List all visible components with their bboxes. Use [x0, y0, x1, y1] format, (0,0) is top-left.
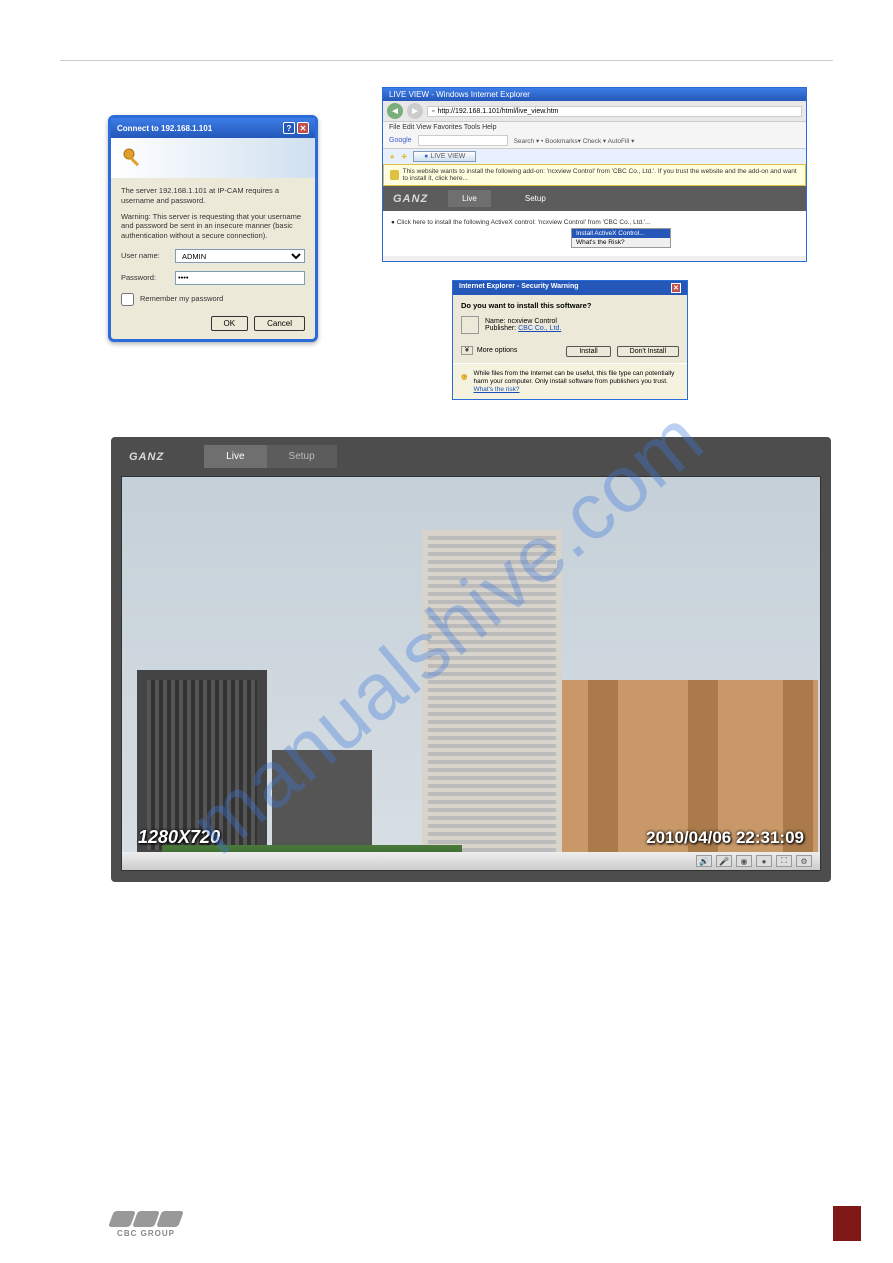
- risk-link[interactable]: What's the risk?: [473, 386, 519, 393]
- ie-browser-window: LIVE VIEW - Windows Internet Explorer ◄ …: [382, 87, 807, 262]
- building-mid: [272, 750, 372, 860]
- notice-text: This website wants to install the follow…: [403, 168, 799, 182]
- more-options[interactable]: More options: [477, 347, 517, 354]
- page-icon: ▫: [432, 108, 434, 115]
- google-items[interactable]: Search ▾ • Bookmarks▾ Check ▾ AutoFill ▾: [514, 137, 635, 145]
- cbc-logo: CBC GROUP: [111, 1211, 181, 1238]
- sec-pub-value[interactable]: CBC Co., Ltd.: [518, 325, 561, 332]
- record-icon[interactable]: ●: [756, 855, 772, 867]
- keys-icon: [121, 146, 145, 170]
- password-label: Password:: [121, 273, 169, 283]
- install-button[interactable]: Install: [566, 346, 610, 357]
- sec-name-value: ncxview Control: [508, 318, 557, 325]
- google-search-field[interactable]: [418, 135, 508, 146]
- sec-title: Internet Explorer - Security Warning: [459, 283, 579, 293]
- favorites-bar: ★ ✚ ● LIVE VIEW: [383, 149, 806, 164]
- top-divider: [60, 60, 833, 61]
- ie-window-title: LIVE VIEW - Windows Internet Explorer: [383, 88, 806, 101]
- help-icon[interactable]: ?: [283, 122, 295, 134]
- username-label: User name:: [121, 251, 169, 261]
- sec-question: Do you want to install this software?: [461, 301, 679, 310]
- tab-live[interactable]: Live: [448, 190, 491, 207]
- page-number-block: [833, 1206, 861, 1241]
- security-notice-bar[interactable]: This website wants to install the follow…: [383, 164, 806, 186]
- security-warning-dialog: Internet Explorer - Security Warning ✕ D…: [452, 280, 688, 400]
- sec-pub-label: Publisher:: [485, 325, 516, 332]
- snapshot-icon[interactable]: ◉: [736, 855, 752, 867]
- tab-setup[interactable]: Setup: [511, 190, 560, 207]
- whats-risk-item[interactable]: What's the Risk?: [572, 238, 670, 247]
- fullscreen-icon[interactable]: ⛶: [776, 855, 792, 867]
- resolution-overlay: 1280X720: [138, 827, 220, 848]
- url-field[interactable]: http://192.168.1.101/html/live_view.htm: [437, 108, 558, 115]
- cancel-button[interactable]: Cancel: [254, 316, 305, 331]
- dialog-title: Connect to 192.168.1.101: [117, 124, 212, 133]
- software-icon: [461, 316, 479, 334]
- server-text: The server 192.168.1.101 at IP-CAM requi…: [121, 186, 305, 206]
- sec-name-label: Name:: [485, 318, 506, 325]
- video-feed: 1280X720 2010/04/06 22:31:09 🔊 🎤 ◉ ● ⛶ ⚙: [121, 476, 821, 871]
- activex-prompt[interactable]: ● Click here to install the following Ac…: [391, 219, 798, 226]
- back-icon[interactable]: ◄: [387, 103, 403, 119]
- shield-icon: [390, 170, 399, 180]
- tab-live[interactable]: Live: [204, 445, 266, 468]
- settings-icon[interactable]: ⚙: [796, 855, 812, 867]
- expand-icon[interactable]: ¥: [461, 346, 473, 355]
- footer: CBC GROUP: [111, 1211, 181, 1238]
- ie-menu-bar[interactable]: File Edit View Favorites Tools Help: [383, 122, 806, 133]
- timestamp-overlay: 2010/04/06 22:31:09: [646, 828, 804, 848]
- cbc-brand-text: CBC GROUP: [117, 1229, 175, 1238]
- svg-text:!: !: [464, 375, 465, 379]
- remember-label: Remember my password: [140, 294, 223, 304]
- install-activex-item[interactable]: Install ActiveX Control...: [572, 229, 670, 238]
- mic-icon[interactable]: 🎤: [716, 855, 732, 867]
- activex-context-menu: Install ActiveX Control... What's the Ri…: [571, 228, 671, 248]
- browser-tab[interactable]: ● LIVE VIEW: [413, 151, 476, 162]
- google-label: Google: [389, 137, 412, 144]
- ie-nav-toolbar: ◄ ► ▫ http://192.168.1.101/html/live_vie…: [383, 101, 806, 122]
- forward-icon[interactable]: ►: [407, 103, 423, 119]
- remember-checkbox[interactable]: [121, 293, 134, 306]
- connect-dialog: Connect to 192.168.1.101 ? ✕ The server …: [108, 115, 318, 342]
- dont-install-button[interactable]: Don't Install: [617, 346, 679, 357]
- tab-setup[interactable]: Setup: [267, 445, 337, 468]
- ok-button[interactable]: OK: [211, 316, 249, 331]
- close-icon[interactable]: ✕: [297, 122, 309, 134]
- google-toolbar: Google Search ▾ • Bookmarks▾ Check ▾ Aut…: [383, 133, 806, 149]
- speaker-icon[interactable]: 🔊: [696, 855, 712, 867]
- star-add-icon[interactable]: ✚: [401, 153, 407, 161]
- password-field[interactable]: [175, 271, 305, 285]
- sec-footer-text: While files from the Internet can be use…: [473, 370, 674, 385]
- building-tower: [422, 530, 562, 860]
- ganz-logo: GANZ: [129, 451, 164, 463]
- ganz-logo: GANZ: [393, 193, 428, 205]
- username-field[interactable]: ADMIN: [175, 249, 305, 263]
- close-icon[interactable]: ✕: [671, 283, 681, 293]
- video-control-bar: 🔊 🎤 ◉ ● ⛶ ⚙: [122, 852, 820, 870]
- app-header: GANZ Live Setup: [383, 186, 806, 211]
- dialog-banner: [111, 138, 315, 178]
- live-view-panel: GANZ Live Setup 1280X720 2010/04/06 22:3…: [111, 437, 831, 882]
- dialog-titlebar: Connect to 192.168.1.101 ? ✕: [111, 118, 315, 138]
- star-icon[interactable]: ★: [389, 153, 395, 161]
- warning-shield-icon: !: [461, 370, 467, 384]
- warning-text: Warning: This server is requesting that …: [121, 212, 305, 241]
